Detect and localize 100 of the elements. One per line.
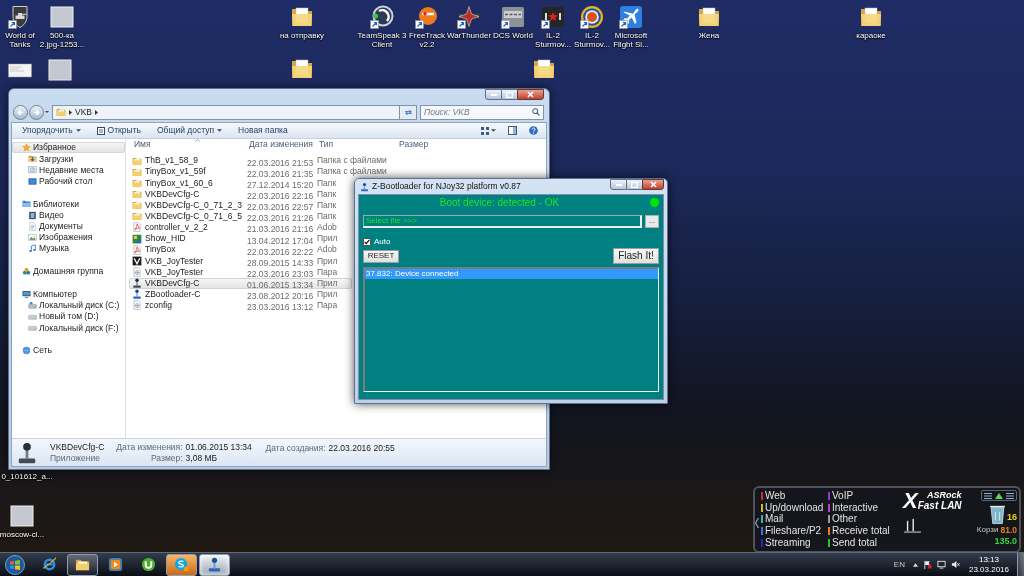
tile-logo-icon[interactable] [501,5,525,29]
list-icon[interactable] [984,492,992,499]
minimize-button[interactable] [485,89,502,100]
file-row[interactable]: TinyBox 22.03.2016 22:22 Adob [129,244,352,256]
desktop-icon-label[interactable]: World of Tanks [4,31,36,49]
minimize-button[interactable] [610,179,627,190]
recycle-bin-icon[interactable] [989,503,1006,525]
photo-placeholder[interactable] [10,504,34,528]
star-emblem-icon[interactable] [457,5,481,29]
desktop-icon-label[interactable]: moscow-ci... [0,530,45,539]
view-options-button[interactable] [481,124,496,137]
desktop-icon-label[interactable]: караоке [856,31,886,40]
maximize-button[interactable] [502,89,517,100]
address-bar[interactable]: VKB [52,104,400,120]
film-strip-icon [28,210,37,220]
file-row[interactable]: ZBootloader-C 23.08.2012 20:16 Прил [129,288,352,300]
round-logo-icon[interactable] [415,5,439,29]
desktop-icon-label[interactable]: Microsoft Flight Si... [612,31,650,49]
nav-item[interactable]: Изображения [12,231,125,244]
triangle-up-icon[interactable] [995,492,1003,499]
nav-item[interactable]: Загрузки [12,153,125,165]
column-header[interactable]: Дата изменения [249,139,313,150]
file-row[interactable]: ThB_v1_58_9 22.03.2016 21:53 Папка с файлами [129,155,390,167]
clock-date[interactable]: 23.03.2016 [968,565,1009,574]
browse-button[interactable]: ... [645,215,659,228]
clock-time[interactable]: 13:13 [978,555,999,564]
nav-item[interactable]: Локальный диск (F:) [12,322,125,334]
file-row[interactable]: TinyBox_v1_59f 22.03.2016 21:35 Папка с файлами [129,166,390,178]
toolbar-button[interactable]: Упорядочить [20,124,83,137]
file-row[interactable]: TinyBox_v1_60_6 27.12.2014 15:20 Папк [129,177,352,189]
nav-item[interactable]: Избранное [12,142,125,154]
swirl-logo-icon[interactable] [370,5,394,29]
nav-item[interactable]: Документы [12,220,125,232]
desktop-icon-label[interactable]: Жена [698,31,720,40]
desktop-icon-label[interactable]: FreeTrack v2.2 [408,31,446,49]
maximize-button[interactable] [627,179,642,190]
nav-item[interactable]: Компьютер [12,288,125,300]
nav-item[interactable]: Видео [12,209,125,221]
nav-item[interactable]: Локальный диск (C:) [12,299,125,312]
folder-icon[interactable] [532,57,556,81]
toolbar-button[interactable]: Общий доступ [155,124,225,137]
desktop-icon-label[interactable]: TeamSpeak 3 Client [356,31,408,49]
list-icon[interactable] [1006,492,1014,499]
search-field[interactable]: Поиск: VKB [420,104,544,120]
airplane-icon[interactable] [619,5,643,29]
nav-item[interactable]: Музыка [12,243,125,255]
desktop-icon-label[interactable]: IL-2 Sturmov... [573,31,611,49]
toolbar-button[interactable]: Открыть [94,124,143,137]
desktop-icon-label[interactable]: 500-ка 2.jpg-1253... [39,31,85,49]
folder-icon[interactable] [290,57,314,81]
nav-item[interactable]: Новый том (D:) [12,311,125,323]
close-button[interactable] [517,89,544,100]
show-desktop-button[interactable] [1017,553,1024,576]
nav-item[interactable]: Библиотеки [12,198,125,210]
taskbar-button[interactable] [67,553,98,576]
photo-placeholder[interactable] [48,58,72,82]
file-row[interactable]: VKBDevCfg-C 22.03.2016 22:16 Папк [129,188,352,200]
preview-pane-button[interactable] [508,124,517,137]
nav-item[interactable]: Рабочий стол [12,175,125,187]
folder-icon[interactable] [697,5,721,29]
folder-icon[interactable] [290,5,314,29]
file-row[interactable]: VKB_JoyTester 28.09.2015 14:33 Прил [129,255,352,267]
language-indicator[interactable]: EN [893,560,905,569]
refresh-button[interactable] [400,104,417,120]
file-row[interactable]: Show_HID 13.04.2012 17:04 Прил [129,233,352,245]
nav-item[interactable]: Сеть [12,345,125,357]
column-header[interactable]: Имя [134,139,151,150]
help-button[interactable] [529,124,538,137]
taskbar-button[interactable] [199,553,230,576]
file-row[interactable]: controller_v_2_2 21.03.2016 21:16 Adob [129,221,352,233]
desktop-icon-label[interactable]: 0_101612_a... [1,472,53,481]
folder-icon[interactable] [859,5,883,29]
desktop-icon-label[interactable]: на отправку [279,31,325,40]
toolbar-button[interactable]: Новая папка [236,124,290,137]
forward-button[interactable] [29,104,44,120]
nav-item[interactable]: Недавние места [12,164,125,176]
file-row[interactable]: zconfig 23.03.2016 13:12 Пара [129,299,352,311]
breadcrumb-item[interactable]: VKB [75,107,92,117]
roundel-icon[interactable] [580,5,604,29]
file-row[interactable]: VKB_JoyTester 22.03.2016 23:03 Пара [129,266,352,278]
auto-checkbox[interactable] [363,238,371,246]
flash-button[interactable]: Flash It! [613,248,659,264]
nav-item[interactable]: Домашняя группа [12,265,125,278]
close-button[interactable] [642,179,664,190]
column-header[interactable]: Тип [319,139,334,150]
photo-placeholder[interactable] [50,5,74,29]
file-row[interactable]: VKBDevCfg-C_0_71_6_5 22.03.2016 21:26 Папк [129,210,352,222]
desktop-icon-label[interactable]: IL-2 Sturmov... [534,31,572,49]
chevron-left-icon[interactable] [755,518,759,528]
desktop-icon-label[interactable]: WarThunder [446,31,492,40]
desktop-icon-label[interactable]: DCS World [493,31,533,40]
reset-button[interactable]: RESET [363,249,399,263]
column-header[interactable]: Размер [399,139,429,150]
start-button[interactable] [3,553,27,576]
file-row[interactable]: VKBDevCfg-C_0_71_2_3 22.03.2016 22:57 Папк [129,199,352,211]
back-button[interactable] [13,104,28,120]
taskbar-button[interactable] [166,553,197,576]
desktop-icon-label[interactable]: Корзи [976,526,999,535]
file-row[interactable]: VKBDevCfg-C 01.06.2015 13:34 Прил [129,277,352,289]
star-tile-icon[interactable] [541,5,565,29]
